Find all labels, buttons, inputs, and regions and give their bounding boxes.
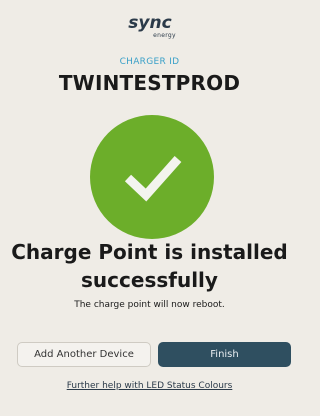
add-another-device-button[interactable]: Add Another Device	[17, 342, 151, 367]
charger-id-label: CHARGER ID	[119, 57, 180, 67]
checkmark-icon	[124, 156, 182, 202]
success-badge	[90, 115, 214, 239]
logo-subtext: energy	[153, 32, 176, 39]
finish-button[interactable]: Finish	[158, 342, 291, 367]
charger-id-value: TWINTESTPROD	[58, 71, 241, 95]
success-headline: Charge Point is installed successfully	[10, 238, 289, 294]
logo-wordmark: sync	[128, 13, 171, 33]
led-status-help-link[interactable]: Further help with LED Status Colours	[0, 381, 299, 391]
reboot-message: The charge point will now reboot.	[74, 300, 225, 310]
headline-line-2: successfully	[81, 268, 218, 292]
headline-line-1: Charge Point is installed	[11, 240, 288, 264]
sync-logo-icon: sync	[128, 13, 171, 33]
